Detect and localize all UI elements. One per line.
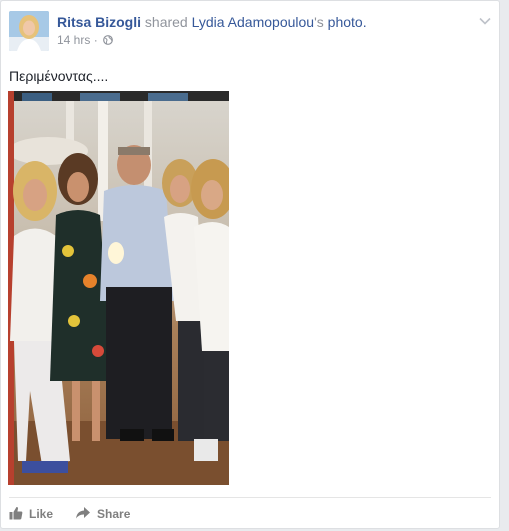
chevron-down-icon[interactable]: [475, 11, 495, 31]
post-header: Ritsa Bizogli shared Lydia Adamopoulou's…: [9, 11, 493, 51]
author-avatar[interactable]: [9, 11, 49, 51]
feed-post-card: Ritsa Bizogli shared Lydia Adamopoulou's…: [0, 0, 500, 529]
post-photo[interactable]: [8, 91, 229, 485]
photo-link[interactable]: photo.: [328, 14, 367, 30]
like-label: Like: [29, 507, 54, 521]
share-label: Share: [97, 507, 131, 521]
author-name-link[interactable]: Ritsa Bizogli: [57, 14, 141, 30]
post-message: Περιμένοντας....: [9, 68, 109, 84]
original-author-link[interactable]: Lydia Adamopoulou: [192, 14, 314, 30]
like-button[interactable]: Like: [9, 506, 53, 523]
share-arrow-icon: [75, 506, 97, 523]
post-headline: Ritsa Bizogli shared Lydia Adamopoulou's…: [57, 13, 367, 31]
post-timestamp[interactable]: 14 hrs: [57, 33, 90, 47]
actions-divider: [9, 497, 491, 498]
thumbs-up-icon: [9, 506, 29, 523]
globe-icon: [103, 34, 113, 48]
share-button[interactable]: Share: [75, 506, 130, 523]
post-actions: Like Share: [9, 503, 152, 525]
meta-separator: ·: [93, 33, 98, 47]
shared-text: shared: [144, 14, 188, 30]
post-meta: 14 hrs ·: [57, 33, 113, 48]
possessive-text: 's: [314, 14, 324, 30]
